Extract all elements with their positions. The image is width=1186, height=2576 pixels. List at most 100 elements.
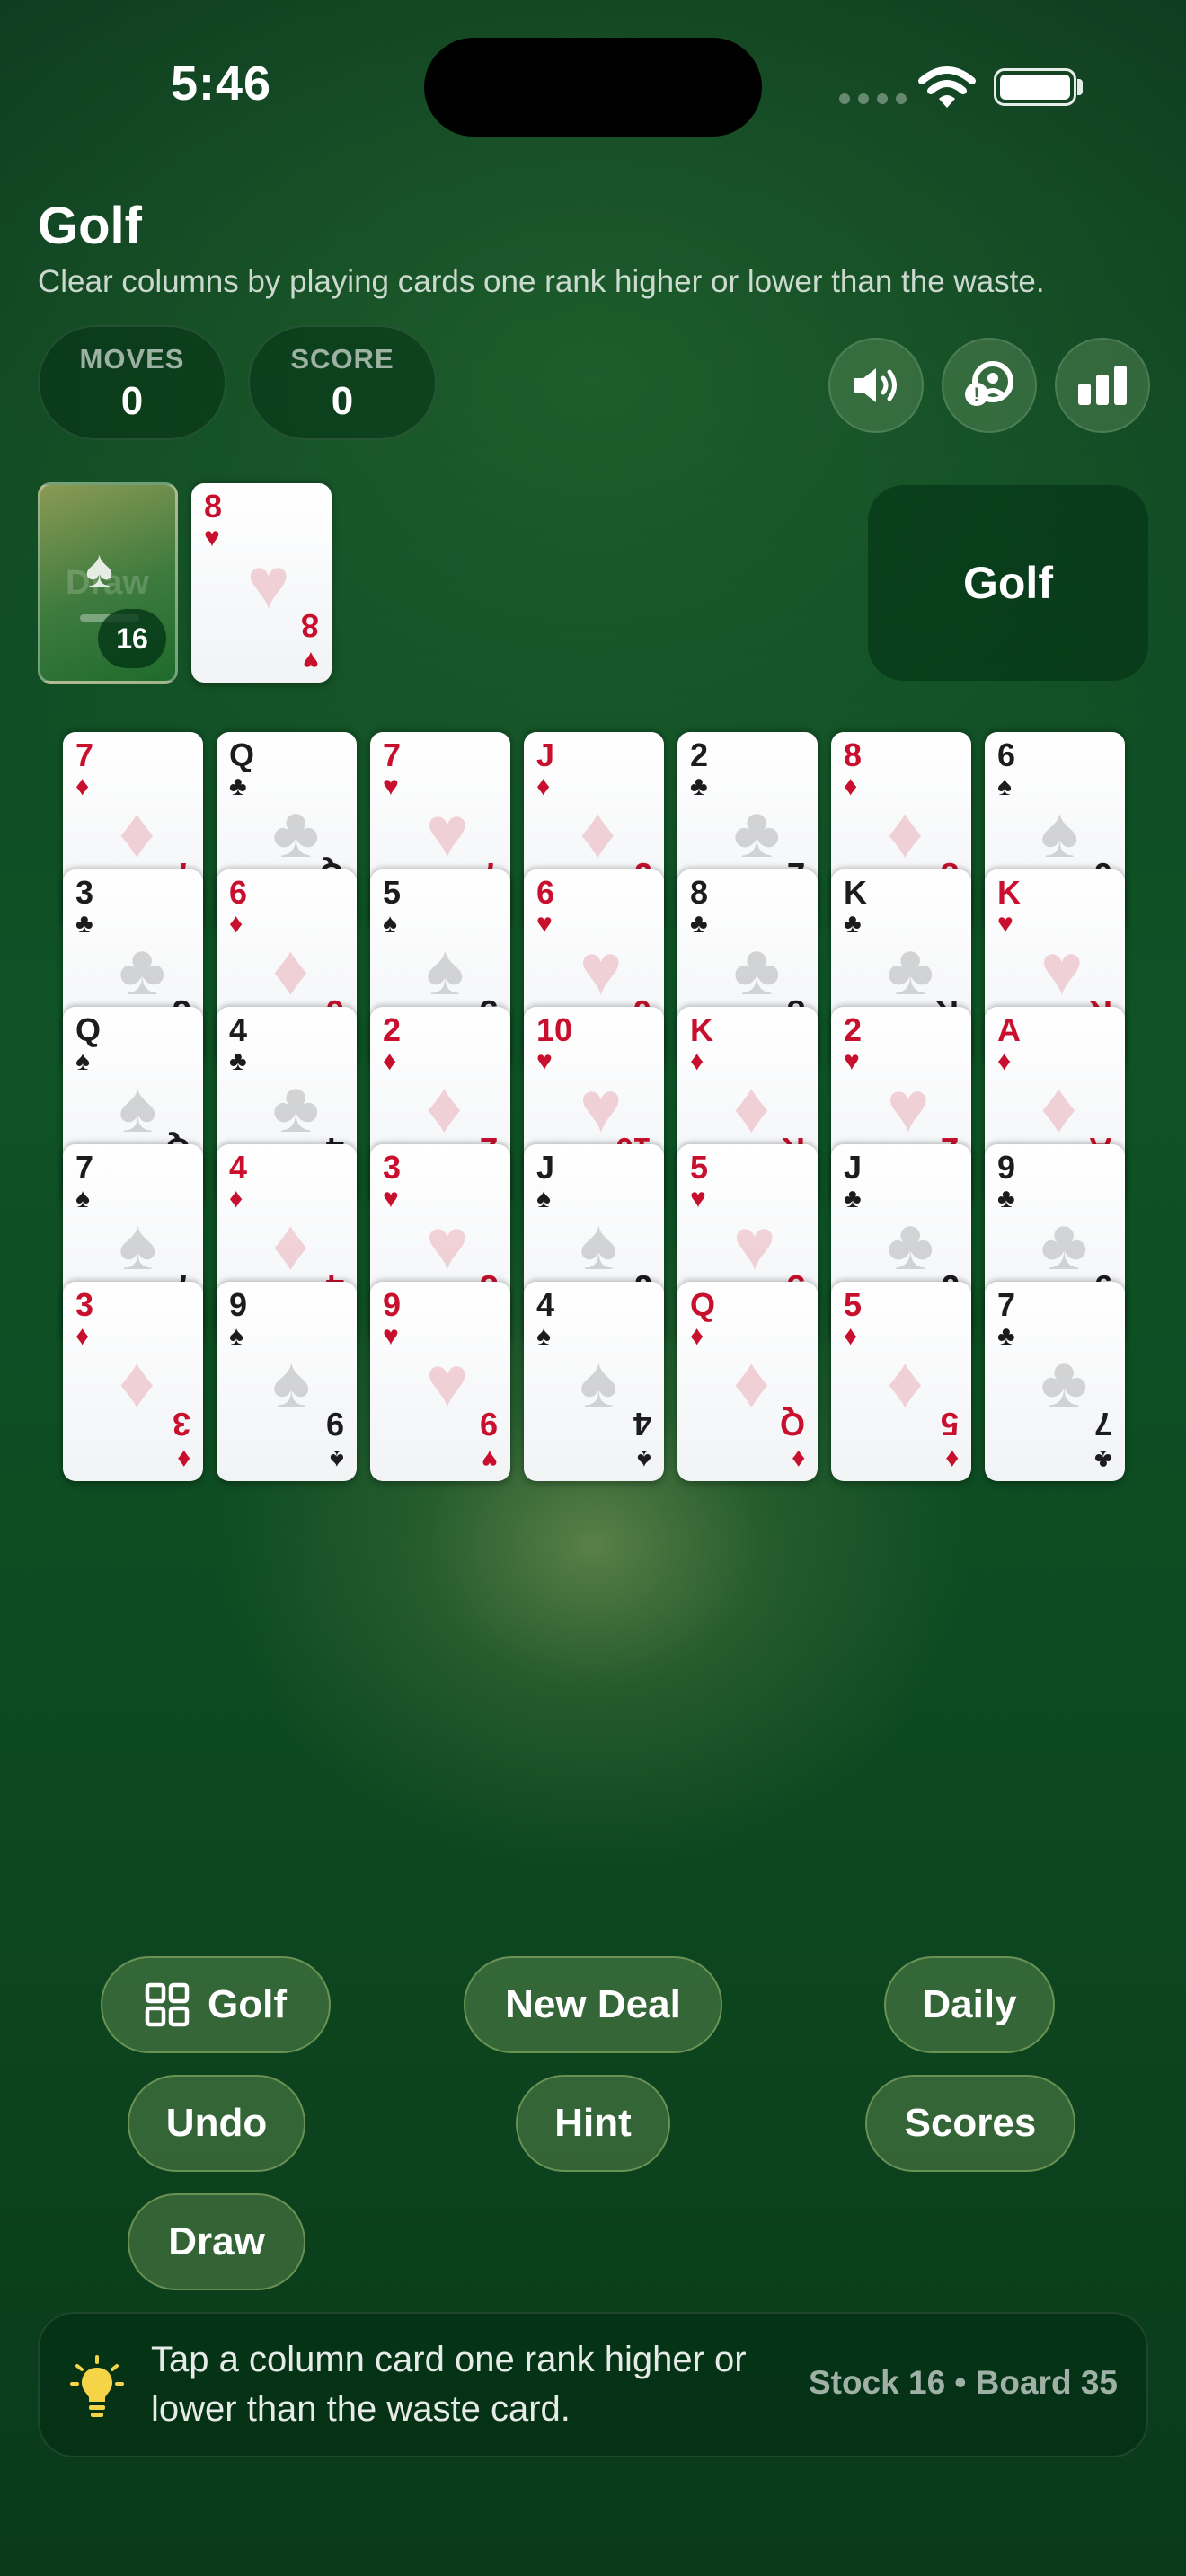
card-rank: 7	[75, 1149, 94, 1186]
card-rank: 5	[690, 1149, 709, 1186]
card-suit: ♥	[383, 1321, 399, 1351]
card-suit: ♣	[75, 909, 93, 939]
wifi-icon	[918, 66, 976, 108]
card-suit-bottom: ♥	[303, 646, 319, 675]
card-rank-bottom: 3	[172, 1406, 190, 1442]
card-suit: ♥	[536, 909, 553, 939]
speaker-icon	[854, 368, 897, 402]
hint-stats: Stock 16 • Board 35	[808, 2364, 1118, 2401]
card-suit-bottom: ♦	[176, 1444, 190, 1474]
card-suit-bottom: ♦	[791, 1444, 805, 1474]
page-title: Golf	[38, 197, 142, 255]
card-rank: 4	[536, 1286, 555, 1323]
stock-pile[interactable]: Draw ♠ 16	[38, 482, 178, 684]
card-rank-bottom: 7	[1093, 1406, 1112, 1442]
card-pip: ♠	[580, 1342, 618, 1422]
card-suit-bottom: ♦	[944, 1444, 959, 1474]
tableau-card[interactable]: Q ♦ ♦ Q ♦	[677, 1282, 818, 1481]
card-pip: ♠	[1040, 792, 1079, 872]
card-rank: 5	[383, 874, 402, 911]
card-suit: ♥	[844, 1046, 860, 1076]
card-pip: ♣	[733, 930, 781, 1010]
card-rank-bottom: 5	[940, 1406, 959, 1442]
tableau-card[interactable]: 9 ♥ ♥ 9 ♥	[370, 1282, 510, 1481]
undo-button[interactable]: Undo	[128, 2075, 305, 2172]
card-suit: ♦	[75, 772, 90, 801]
card-rank: Q	[75, 1011, 102, 1048]
card-suit: ♣	[690, 772, 708, 801]
card-suit: ♣	[229, 1046, 247, 1076]
moves-value: 0	[120, 379, 144, 423]
tableau-card[interactable]: 3 ♦ ♦ 3 ♦	[63, 1282, 203, 1481]
help-icon: !	[965, 361, 1013, 406]
tableau-card[interactable]: 9 ♠ ♠ 9 ♠	[217, 1282, 357, 1481]
card-pip: ♦	[426, 1067, 463, 1147]
card-rank: 5	[844, 1286, 863, 1323]
grid-icon	[145, 1982, 190, 2027]
hint-bar: Tap a column card one rank higher or low…	[38, 2312, 1148, 2457]
card-rank: K	[844, 874, 867, 911]
card-rank-bottom: 9	[325, 1406, 344, 1442]
hint-button[interactable]: Hint	[516, 2075, 670, 2172]
card-rank: 6	[536, 874, 555, 911]
card-rank: 2	[844, 1011, 863, 1048]
card-pip: ♠	[119, 1204, 157, 1284]
card-rank: 3	[383, 1149, 402, 1186]
card-suit: ♦	[75, 1321, 90, 1351]
card-pip: ♦	[119, 1342, 155, 1422]
card-suit: ♥	[536, 1046, 553, 1076]
tableau-card[interactable]: 5 ♦ ♦ 5 ♦	[831, 1282, 971, 1481]
sound-button[interactable]	[828, 338, 924, 433]
help-button[interactable]: !	[942, 338, 1037, 433]
scores-button[interactable]: Scores	[865, 2075, 1075, 2172]
card-rank: 7	[997, 1286, 1016, 1323]
card-rank: J	[536, 1149, 555, 1186]
card-suit: ♥	[204, 523, 220, 552]
card-suit: ♣	[690, 909, 708, 939]
card-rank: 6	[997, 737, 1016, 773]
waste-card: 8 ♥ ♥ 8 ♥	[191, 483, 332, 683]
battery-cap	[1077, 79, 1083, 95]
card-pip: ♥	[580, 930, 623, 1010]
card-pip: ♦	[119, 792, 155, 872]
page-subtitle: Clear columns by playing cards one rank …	[38, 264, 1045, 299]
card-rank: 6	[229, 874, 248, 911]
golf-mode-button[interactable]: Golf	[101, 1956, 331, 2053]
card-suit-bottom: ♠	[330, 1444, 344, 1474]
card-rank: 8	[844, 737, 863, 773]
card-suit: ♦	[229, 909, 243, 939]
card-pip: ♠	[580, 1204, 618, 1284]
card-suit: ♠	[383, 909, 397, 939]
new-deal-button[interactable]: New Deal	[464, 1956, 722, 2053]
card-suit: ♣	[844, 1184, 862, 1213]
card-pip: ♥	[426, 1342, 469, 1422]
card-pip: ♣	[272, 792, 320, 872]
tableau-card[interactable]: 4 ♠ ♠ 4 ♠	[524, 1282, 664, 1481]
card-pip: ♣	[1040, 1204, 1088, 1284]
card-suit: ♠	[75, 1184, 90, 1213]
card-suit: ♣	[997, 1321, 1015, 1351]
card-rank: 8	[204, 488, 223, 525]
card-pip: ♦	[887, 792, 924, 872]
card-suit: ♣	[997, 1184, 1015, 1213]
card-suit: ♠	[536, 1184, 551, 1213]
card-pip: ♥	[1040, 930, 1084, 1010]
card-pip: ♦	[272, 930, 309, 1010]
card-rank: 9	[383, 1286, 402, 1323]
card-rank-bottom: 9	[479, 1406, 498, 1442]
daily-button[interactable]: Daily	[884, 1956, 1055, 2053]
golf-mode-label: Golf	[208, 1982, 287, 2026]
card-pip: ♣	[272, 1067, 320, 1147]
card-pip: ♦	[733, 1067, 770, 1147]
tableau-card[interactable]: 7 ♣ ♣ 7 ♣	[985, 1282, 1125, 1481]
card-rank: 4	[229, 1011, 248, 1048]
card-rank: 9	[997, 1149, 1016, 1186]
card-pip: ♣	[887, 1204, 934, 1284]
card-pip: ♦	[887, 1342, 924, 1422]
spade-icon: ♠	[85, 540, 113, 598]
stats-button[interactable]	[1055, 338, 1150, 433]
draw-button[interactable]: Draw	[128, 2193, 305, 2290]
card-suit: ♦	[844, 772, 858, 801]
card-rank: J	[536, 737, 555, 773]
card-rank: 3	[75, 874, 94, 911]
